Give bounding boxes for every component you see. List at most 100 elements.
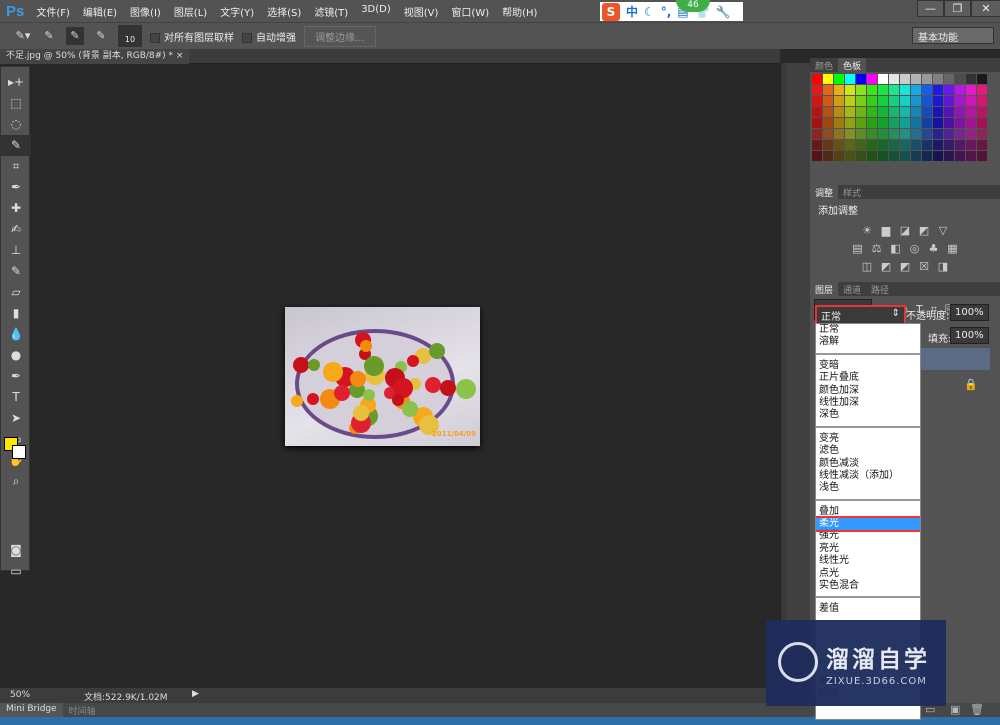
swatch[interactable] xyxy=(966,85,976,95)
swatch[interactable] xyxy=(977,140,987,150)
swatch[interactable] xyxy=(845,129,855,139)
swatch[interactable] xyxy=(812,85,822,95)
swatch[interactable] xyxy=(966,129,976,139)
subtract-selection-icon[interactable]: ✎ xyxy=(92,27,110,45)
swatch[interactable] xyxy=(812,96,822,106)
swatch[interactable] xyxy=(889,74,899,84)
swatch[interactable] xyxy=(856,140,866,150)
swatch[interactable] xyxy=(911,107,921,117)
photo-filter-icon[interactable]: ◎ xyxy=(907,242,923,256)
swatch[interactable] xyxy=(955,107,965,117)
swatch[interactable] xyxy=(922,129,932,139)
screen-mode-icon[interactable]: ▭ xyxy=(1,561,31,582)
new-selection-icon[interactable]: ✎ xyxy=(40,27,58,45)
eyedropper-tool-icon[interactable]: ✒ xyxy=(1,177,31,198)
swatch[interactable] xyxy=(856,74,866,84)
tab-swatches[interactable]: 色板 xyxy=(838,58,867,72)
swatch[interactable] xyxy=(867,96,877,106)
marquee-tool-icon[interactable]: ⬚ xyxy=(1,93,31,114)
swatch[interactable] xyxy=(922,140,932,150)
swatch[interactable] xyxy=(823,96,833,106)
blend-option[interactable]: 溶解 xyxy=(816,336,920,348)
type-tool-icon[interactable]: T xyxy=(1,387,31,408)
color-balance-icon[interactable]: ⚖ xyxy=(869,242,885,256)
swatch[interactable] xyxy=(878,129,888,139)
collapsed-panel-strip[interactable] xyxy=(786,63,810,703)
swatch[interactable] xyxy=(911,96,921,106)
tab-channels[interactable]: 通道 xyxy=(838,282,866,296)
swatch[interactable] xyxy=(966,96,976,106)
blend-option[interactable]: 实色混合 xyxy=(816,580,920,592)
opacity-input[interactable]: 100% xyxy=(950,304,989,321)
swatch[interactable] xyxy=(955,140,965,150)
swatch[interactable] xyxy=(933,85,943,95)
status-menu-arrow-icon[interactable]: ▶ xyxy=(192,689,199,699)
swatch[interactable] xyxy=(823,151,833,161)
swatch[interactable] xyxy=(878,118,888,128)
tab-paths[interactable]: 路径 xyxy=(866,282,894,296)
swatch[interactable] xyxy=(933,118,943,128)
swatch[interactable] xyxy=(889,129,899,139)
blur-tool-icon[interactable]: 💧 xyxy=(1,324,31,345)
swatch[interactable] xyxy=(867,140,877,150)
swatch[interactable] xyxy=(955,96,965,106)
swatch[interactable] xyxy=(977,118,987,128)
brush-tool-icon[interactable]: ✍ xyxy=(1,219,31,240)
swatch[interactable] xyxy=(867,118,877,128)
swatch[interactable] xyxy=(966,118,976,128)
curves-icon[interactable]: ◪ xyxy=(897,224,913,238)
swatch[interactable] xyxy=(922,96,932,106)
blend-option[interactable]: 点光 xyxy=(816,568,920,580)
blend-option[interactable]: 强光 xyxy=(816,530,920,542)
swatch[interactable] xyxy=(812,118,822,128)
swatch[interactable] xyxy=(977,129,987,139)
threshold-icon[interactable]: ◩ xyxy=(897,260,913,274)
swatch[interactable] xyxy=(922,74,932,84)
swatch[interactable] xyxy=(889,151,899,161)
menu-10[interactable]: 帮助(H) xyxy=(502,4,537,19)
swatch[interactable] xyxy=(977,107,987,117)
swatch[interactable] xyxy=(900,151,910,161)
swatch[interactable] xyxy=(900,129,910,139)
swatch[interactable] xyxy=(867,151,877,161)
swatch[interactable] xyxy=(977,74,987,84)
swatch[interactable] xyxy=(955,129,965,139)
crop-tool-icon[interactable]: ⌗ xyxy=(1,156,31,177)
auto-enhance-checkbox[interactable] xyxy=(242,32,252,43)
swatch[interactable] xyxy=(944,85,954,95)
ime-mode[interactable]: 中 xyxy=(626,3,638,20)
blend-option[interactable]: 正片叠底 xyxy=(816,372,920,384)
swatch[interactable] xyxy=(922,151,932,161)
swatch[interactable] xyxy=(889,85,899,95)
swatch[interactable] xyxy=(922,85,932,95)
swatch[interactable] xyxy=(812,151,822,161)
tab-mini-bridge[interactable]: Mini Bridge xyxy=(0,703,63,717)
swatch[interactable] xyxy=(889,118,899,128)
swatch[interactable] xyxy=(933,129,943,139)
swatch[interactable] xyxy=(900,96,910,106)
punct-icon[interactable]: °, xyxy=(661,5,672,19)
swatch[interactable] xyxy=(944,140,954,150)
swatch[interactable] xyxy=(878,85,888,95)
swatch[interactable] xyxy=(823,129,833,139)
swatch[interactable] xyxy=(845,151,855,161)
swatch[interactable] xyxy=(966,107,976,117)
swatch[interactable] xyxy=(944,129,954,139)
vibrance-icon[interactable]: ▽ xyxy=(935,224,951,238)
stamp-tool-icon[interactable]: ⊥ xyxy=(1,240,31,261)
channel-mixer-icon[interactable]: ♣ xyxy=(926,242,942,256)
swatch[interactable] xyxy=(955,85,965,95)
swatch[interactable] xyxy=(944,151,954,161)
document-canvas-image[interactable]: 2011/04/09 xyxy=(285,307,480,446)
background-color-swatch[interactable] xyxy=(12,445,26,459)
swatch[interactable] xyxy=(900,85,910,95)
swatch[interactable] xyxy=(911,151,921,161)
swatch[interactable] xyxy=(911,85,921,95)
swatch[interactable] xyxy=(977,96,987,106)
swatch[interactable] xyxy=(878,140,888,150)
swatch[interactable] xyxy=(845,85,855,95)
swatch[interactable] xyxy=(933,96,943,106)
invert-icon[interactable]: ◫ xyxy=(859,260,875,274)
menu-1[interactable]: 编辑(E) xyxy=(83,4,117,19)
swatch[interactable] xyxy=(834,85,844,95)
